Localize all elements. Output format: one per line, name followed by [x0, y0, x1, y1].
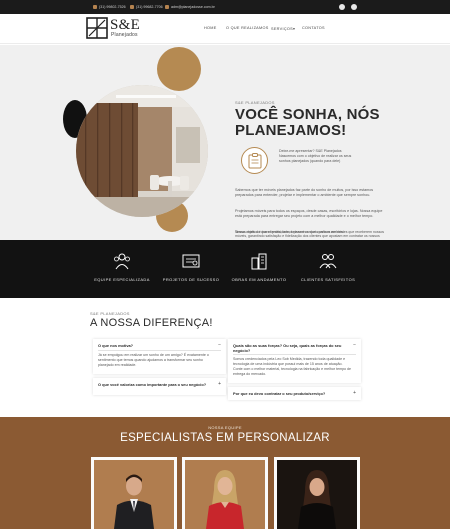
team-member-photo	[185, 460, 265, 529]
phone-contact-2[interactable]: (31) 99682-7706	[130, 3, 163, 11]
section-title: ESPECIALISTAS EM PERSONALIZAR	[120, 432, 330, 444]
faq-question: Quais são as suas forças? Ou seja, quais…	[233, 343, 342, 353]
section-eyebrow: NOSSA EQUIPE	[208, 425, 242, 430]
section-title: A NOSSA DIFERENÇA!	[90, 317, 213, 329]
customers-icon	[319, 254, 337, 269]
site-logo[interactable]: S&E Planejados	[86, 17, 146, 41]
faq-item[interactable]: O que você valoriza como importante para…	[93, 378, 226, 395]
email-text: adm@planejadosse.com.br	[171, 5, 215, 9]
divider	[233, 354, 356, 355]
mail-icon	[165, 5, 169, 9]
hero-section: S&E PLANEJADOS VOCÊ SONHA, NÓS PLANEJAMO…	[0, 45, 450, 240]
phone-contact-1[interactable]: (31) 99802-7526	[93, 3, 126, 11]
stat-obras: OBRAS EM ANDAMENTO	[219, 252, 299, 282]
expand-icon[interactable]: +	[218, 381, 221, 387]
nav-servicos[interactable]: SERVIÇOS▾	[271, 26, 295, 31]
faq-question: O que nos motiva?	[98, 343, 134, 348]
instagram-icon[interactable]	[351, 4, 357, 10]
hero-eyebrow: S&E PLANEJADOS	[235, 100, 275, 105]
person-silhouette	[114, 474, 154, 529]
collapse-icon[interactable]: −	[218, 342, 221, 348]
intro-card: Deixe-me apresentar? S&E Planejados Nasc…	[238, 145, 358, 179]
team-member-card	[182, 457, 268, 529]
building-icon	[251, 253, 267, 270]
faq-answer: Já se empolgou em realizar um sonho de u…	[98, 353, 209, 367]
facebook-icon[interactable]	[339, 4, 345, 10]
intro-text: Deixe-me apresentar? S&E Planejados Nasc…	[279, 149, 352, 163]
hero-interior-photo	[76, 85, 208, 217]
email-contact[interactable]: adm@planejadosse.com.br	[165, 3, 215, 11]
nav-o-que-realizamos[interactable]: O QUE REALIZAMOS	[226, 26, 269, 30]
top-contact-bar: (31) 99802-7526 (31) 99682-7706 adm@plan…	[0, 0, 450, 14]
stats-band: EQUIPE ESPECIALIZADA PROJETOS DE SUCESSO…	[0, 240, 450, 298]
nav-contatos[interactable]: CONTATOS	[302, 26, 325, 30]
faq-item-open[interactable]: Quais são as suas forças? Ou seja, quais…	[228, 339, 361, 383]
nav-servicos-label: SERVIÇOS	[271, 27, 293, 31]
decorative-gold-circle	[157, 47, 201, 91]
logo-subtitle: Planejados	[111, 32, 138, 38]
team-section: NOSSA EQUIPE ESPECIALISTAS EM PERSONALIZ…	[0, 417, 450, 529]
faq-question: Por que eu devo contratar o seu produto/…	[233, 391, 326, 396]
collapse-icon[interactable]: −	[353, 342, 356, 348]
difference-section: S&E PLANEJADOS A NOSSA DIFERENÇA! O que …	[0, 298, 450, 417]
interior-illustration	[76, 85, 208, 217]
team-member-photo	[277, 460, 357, 529]
divider	[98, 350, 221, 351]
phone-text: (31) 99682-7706	[136, 5, 163, 9]
person-silhouette	[298, 470, 336, 529]
expand-icon[interactable]: +	[353, 390, 356, 396]
hero-paragraph: Projetamos móveis para todos os espaços,…	[235, 209, 383, 218]
team-member-card	[274, 457, 360, 529]
stat-label: EQUIPE ESPECIALIZADA	[94, 277, 150, 282]
phone-text: (31) 99802-7526	[99, 5, 126, 9]
person-silhouette	[206, 470, 244, 529]
faq-item-open[interactable]: O que nos motiva? − Já se empolgou em re…	[93, 339, 226, 374]
team-member-card	[91, 457, 177, 529]
site-header: S&E Planejados HOME O QUE REALIZAMOS SER…	[0, 14, 450, 44]
section-eyebrow: S&E PLANEJADOS	[90, 311, 130, 316]
logo-mark-icon	[86, 17, 108, 39]
stat-label: CLIENTES SATISFEITOS	[300, 277, 356, 282]
team-member-photo	[94, 460, 174, 529]
team-icon	[114, 253, 130, 270]
stat-equipe: EQUIPE ESPECIALIZADA	[82, 252, 162, 282]
faq-item[interactable]: Por que eu devo contratar o seu produto/…	[228, 387, 361, 400]
faq-answer: Somos credenciados pela Leo Sob Medida, …	[233, 357, 352, 376]
stat-label: OBRAS EM ANDAMENTO	[231, 277, 287, 282]
stat-clientes: CLIENTES SATISFEITOS	[288, 252, 368, 282]
whatsapp-icon	[93, 5, 97, 9]
chevron-down-icon: ▾	[292, 27, 296, 31]
blueprint-icon	[182, 254, 200, 268]
phone-icon	[130, 5, 134, 9]
faq-question: O que você valoriza como importante para…	[98, 382, 207, 387]
hero-title: VOCÊ SONHA, NÓS PLANEJAMOS!	[235, 106, 380, 139]
hero-paragraph: Sabemos que ter móveis planejados faz pa…	[235, 188, 374, 197]
clipboard-icon	[241, 147, 268, 174]
nav-home[interactable]: HOME	[204, 26, 217, 30]
